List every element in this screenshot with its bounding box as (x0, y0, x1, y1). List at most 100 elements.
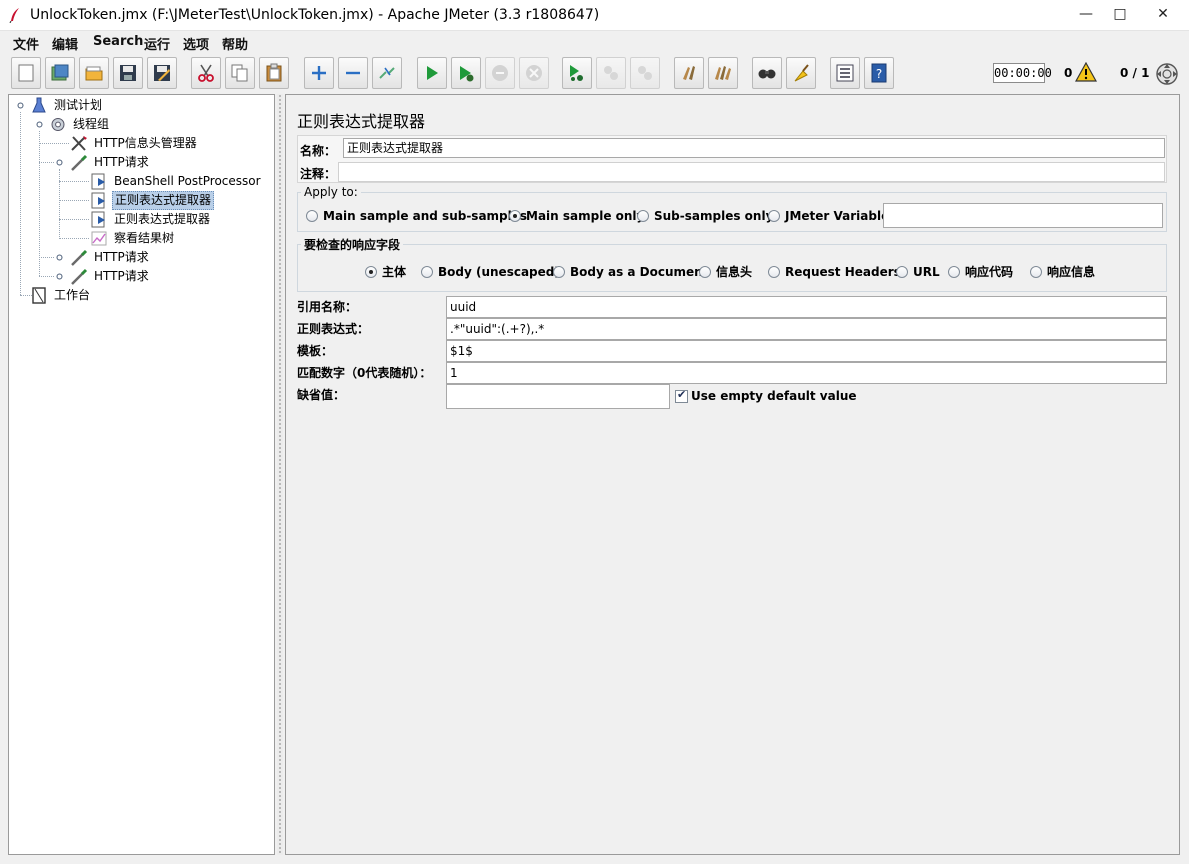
http-sampler-icon (71, 249, 88, 266)
name-comment-box: 名称： 正则表达式提取器 注释： (297, 135, 1167, 183)
tree-node-label: 工作台 (54, 288, 91, 302)
remote-shutdown-button[interactable] (630, 57, 660, 89)
stop-button[interactable] (485, 57, 515, 89)
menu-search[interactable]: Search (93, 34, 143, 49)
panel-title: 正则表达式提取器 (297, 112, 426, 131)
collapse-icon (346, 71, 360, 75)
comment-label: 注释： (300, 167, 337, 181)
comment-field[interactable] (338, 162, 1165, 182)
cut-button[interactable] (191, 57, 221, 89)
reset-search-icon (794, 64, 809, 82)
clear-all-icon (715, 66, 731, 80)
thread-group-icon (51, 118, 65, 131)
save-as-icon (154, 65, 170, 81)
reference-name-label: 引用名称： (297, 300, 358, 314)
function-helper-button[interactable] (830, 57, 860, 89)
start-icon (427, 66, 438, 80)
save-as-button[interactable] (147, 57, 177, 89)
jmeter-variable-field[interactable] (883, 203, 1163, 228)
tree-toggle-http-request-3[interactable] (55, 272, 64, 281)
use-empty-default-checkbox[interactable] (675, 388, 688, 403)
menu-file[interactable]: 文件 (13, 34, 39, 53)
tree-node-label: 测试计划 (54, 98, 103, 112)
paste-icon (266, 63, 282, 82)
menu-options[interactable]: 选项 (183, 34, 209, 53)
tree-node-label: HTTP请求 (94, 250, 149, 264)
postprocessor-icon (91, 192, 105, 209)
reference-name-field[interactable]: uuid (446, 296, 1167, 318)
templates-button[interactable] (45, 57, 75, 89)
minimize-button[interactable]: — (1071, 4, 1101, 24)
shutdown-button[interactable] (519, 57, 549, 89)
regex-extractor-panel: 正则表达式提取器 名称： 正则表达式提取器 注释： Apply to: Main… (285, 94, 1180, 855)
match-no-field[interactable]: 1 (446, 362, 1167, 384)
remote-start-icon (570, 65, 583, 81)
stop-icon (492, 65, 508, 81)
help-button[interactable]: ? (864, 57, 894, 89)
tree-toggle-http-request-1[interactable] (55, 158, 64, 167)
save-button[interactable] (113, 57, 143, 89)
tree-toggle-thread-group[interactable] (35, 120, 44, 129)
listener-icon (91, 231, 107, 246)
reset-search-button[interactable] (786, 57, 816, 89)
template-field[interactable]: $1$ (446, 340, 1167, 362)
open-icon (85, 66, 103, 81)
menu-bar: 文件 编辑 Search 运行 选项 帮助 (0, 31, 1189, 53)
tree-node-label: 正则表达式提取器 (114, 212, 211, 226)
match-no-label: 匹配数字（0代表随机）： (297, 366, 432, 380)
clear-icon (683, 66, 695, 80)
clear-button[interactable] (674, 57, 704, 89)
expand-icon (312, 66, 326, 80)
use-empty-default-label: Use empty default value (691, 389, 857, 403)
copy-icon (231, 64, 248, 82)
save-icon (120, 65, 136, 81)
name-field[interactable]: 正则表达式提取器 (343, 138, 1165, 158)
template-label: 模板： (297, 344, 334, 358)
workbench-icon (32, 287, 46, 304)
test-plan-tree[interactable]: 测试计划 线程组 HTTP信息头管理器 HTTP请求 BeanShell Pos… (8, 94, 275, 855)
jmeter-feather-icon (9, 8, 19, 23)
warning-icon[interactable] (1075, 62, 1097, 82)
new-button[interactable] (11, 57, 41, 89)
panel-splitter[interactable] (277, 94, 283, 855)
search-button[interactable] (752, 57, 782, 89)
default-value-field[interactable] (446, 384, 670, 409)
close-button[interactable]: ✕ (1148, 4, 1178, 24)
menu-run[interactable]: 运行 (144, 34, 170, 53)
tree-node-label: BeanShell PostProcessor (114, 174, 261, 188)
tree-toggle-http-request-2[interactable] (55, 253, 64, 262)
function-helper-icon (836, 64, 854, 82)
toggle-icon (379, 67, 395, 79)
default-value-label: 缺省值： (297, 388, 346, 402)
remote-stop-button[interactable] (596, 57, 626, 89)
remote-status-icon (1156, 63, 1178, 85)
tree-node-label: HTTP请求 (94, 155, 149, 169)
postprocessor-icon (91, 211, 105, 228)
menu-help[interactable]: 帮助 (222, 34, 248, 53)
remote-shutdown-icon (638, 66, 652, 80)
tree-toggle-test-plan[interactable] (16, 101, 25, 110)
expand-all-button[interactable] (304, 57, 334, 89)
shutdown-icon (526, 65, 542, 81)
window-title: UnlockToken.jmx (F:\JMeterTest\UnlockTok… (30, 7, 600, 23)
elapsed-timer: 00:00:00 (993, 63, 1052, 83)
open-button[interactable] (79, 57, 109, 89)
menu-edit[interactable]: 编辑 (52, 34, 78, 53)
http-sampler-icon (71, 154, 88, 171)
collapse-all-button[interactable] (338, 57, 368, 89)
title-bar: UnlockToken.jmx (F:\JMeterTest\UnlockTok… (0, 0, 1189, 31)
postprocessor-icon (91, 173, 105, 190)
remote-start-button[interactable] (562, 57, 592, 89)
tree-node-label: HTTP请求 (94, 269, 149, 283)
start-no-pauses-button[interactable] (451, 57, 481, 89)
cut-icon (198, 64, 214, 82)
http-sampler-icon (71, 268, 88, 285)
field-to-check-title: 要检查的响应字段 (301, 236, 404, 253)
maximize-button[interactable]: □ (1105, 4, 1135, 24)
paste-button[interactable] (259, 57, 289, 89)
toggle-button[interactable] (372, 57, 402, 89)
regex-field[interactable]: .*"uuid":(.+?),.* (446, 318, 1167, 340)
copy-button[interactable] (225, 57, 255, 89)
clear-all-button[interactable] (708, 57, 738, 89)
start-button[interactable] (417, 57, 447, 89)
